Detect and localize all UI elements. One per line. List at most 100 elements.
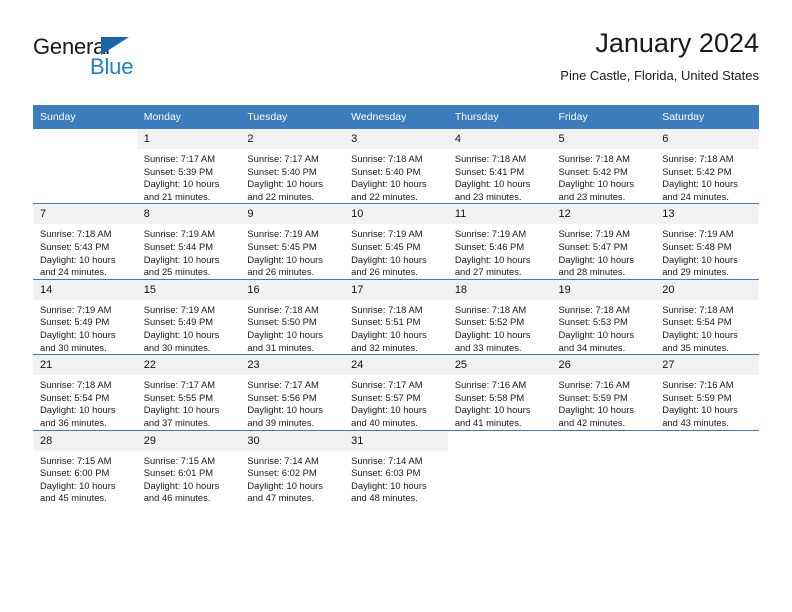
day-details: Sunrise: 7:19 AM Sunset: 5:47 PM Daylight:… [552, 224, 656, 278]
sunrise-text: Sunrise: 7:18 AM [40, 228, 112, 240]
daylight-text-line2: and 26 minutes. [351, 266, 418, 278]
day-details: Sunrise: 7:17 AM Sunset: 5:55 PM Daylight:… [137, 375, 241, 429]
sunset-text: Sunset: 5:39 PM [143, 165, 214, 177]
calendar-day-cell[interactable]: 24 Sunrise: 7:17 AM Sunset: 5:57 PM Dayligh… [344, 354, 448, 430]
calendar-day-cell[interactable]: 9 Sunrise: 7:19 AM Sunset: 5:45 PM Daylight… [240, 203, 345, 280]
daylight-text-line2: and 40 minutes. [351, 416, 418, 428]
day-number: 4 [447, 129, 552, 149]
day-details: Sunrise: 7:15 AM Sunset: 6:01 PM Daylight:… [137, 451, 241, 505]
calendar-week-row: 7 Sunrise: 7:18 AM Sunset: 5:43 PM Daylight… [33, 203, 759, 280]
calendar-day-cell[interactable]: 5 Sunrise: 7:18 AM Sunset: 5:42 PM Daylight… [551, 129, 656, 204]
calendar-day-cell[interactable]: 1 Sunrise: 7:17 AM Sunset: 5:39 PM Daylight… [136, 129, 241, 204]
daylight-text-line1: Daylight: 10 hours [143, 178, 220, 190]
calendar-day-cell[interactable]: 2 Sunrise: 7:17 AM Sunset: 5:40 PM Daylight… [240, 129, 345, 204]
daylight-text-line2: and 47 minutes. [247, 492, 315, 504]
sunrise-text: Sunrise: 7:16 AM [454, 379, 527, 391]
daylight-text-line1: Daylight: 10 hours [143, 479, 220, 491]
daylight-text-line1: Daylight: 10 hours [454, 404, 531, 416]
day-details [33, 149, 137, 153]
calendar-day-cell[interactable]: 15 Sunrise: 7:19 AM Sunset: 5:49 PM Dayligh… [136, 278, 241, 355]
daylight-text-line2: and 22 minutes. [351, 190, 418, 202]
calendar-day-cell[interactable]: 6 Sunrise: 7:18 AM Sunset: 5:42 PM Daylight… [655, 129, 759, 204]
calendar-day-cell-empty [447, 429, 552, 505]
sunset-text: Sunset: 6:02 PM [247, 467, 317, 479]
calendar-day-cell[interactable]: 20 Sunrise: 7:18 AM Sunset: 5:54 PM Dayligh… [655, 278, 759, 355]
sunrise-text: Sunrise: 7:18 AM [558, 153, 630, 164]
sunrise-text: Sunrise: 7:18 AM [662, 303, 734, 315]
calendar-day-cell[interactable]: 23 Sunrise: 7:17 AM Sunset: 5:56 PM Dayligh… [240, 354, 345, 430]
daylight-text-line1: Daylight: 10 hours [247, 178, 323, 190]
day-number: 14 [33, 279, 137, 300]
sunset-text: Sunset: 5:40 PM [351, 165, 421, 177]
daylight-text-line2: and 31 minutes. [247, 341, 315, 353]
daylight-text-line2: and 41 minutes. [454, 416, 522, 428]
day-number: 9 [240, 204, 345, 225]
sunrise-text: Sunrise: 7:17 AM [247, 153, 319, 164]
page-title: January 2024 [595, 28, 759, 58]
calendar-day-cell[interactable]: 8 Sunrise: 7:19 AM Sunset: 5:44 PM Daylight… [136, 203, 241, 280]
calendar-day-cell[interactable]: 12 Sunrise: 7:19 AM Sunset: 5:47 PM Dayligh… [551, 203, 656, 280]
day-details [552, 451, 656, 455]
daylight-text-line2: and 21 minutes. [143, 190, 211, 202]
sunset-text: Sunset: 5:41 PM [454, 165, 525, 177]
day-details: Sunrise: 7:19 AM Sunset: 5:49 PM Daylight:… [137, 300, 241, 354]
daylight-text-line1: Daylight: 10 hours [40, 253, 116, 265]
daylight-text-line2: and 32 minutes. [351, 341, 418, 353]
sunset-text: Sunset: 5:54 PM [40, 391, 110, 403]
day-details: Sunrise: 7:18 AM Sunset: 5:43 PM Daylight:… [33, 224, 137, 278]
daylight-text-line1: Daylight: 10 hours [143, 328, 220, 340]
calendar-day-cell[interactable]: 26 Sunrise: 7:16 AM Sunset: 5:59 PM Dayligh… [551, 354, 656, 430]
calendar-day-cell[interactable]: 7 Sunrise: 7:18 AM Sunset: 5:43 PM Daylight… [33, 203, 137, 280]
daylight-text-line2: and 24 minutes. [662, 190, 729, 202]
calendar-day-cell[interactable]: 31 Sunrise: 7:14 AM Sunset: 6:03 PM Dayligh… [344, 429, 448, 505]
sunset-text: Sunset: 5:44 PM [143, 240, 214, 252]
calendar-day-cell[interactable]: 22 Sunrise: 7:17 AM Sunset: 5:55 PM Dayligh… [136, 354, 241, 430]
sunrise-text: Sunrise: 7:19 AM [40, 303, 112, 315]
calendar-day-cell[interactable]: 13 Sunrise: 7:19 AM Sunset: 5:48 PM Dayligh… [655, 203, 759, 280]
sunset-text: Sunset: 5:42 PM [662, 165, 732, 177]
calendar-day-cell[interactable]: 28 Sunrise: 7:15 AM Sunset: 6:00 PM Dayligh… [33, 429, 137, 505]
daylight-text-line2: and 35 minutes. [662, 341, 729, 353]
calendar-day-cell[interactable]: 17 Sunrise: 7:18 AM Sunset: 5:51 PM Dayligh… [344, 278, 448, 355]
sunrise-text: Sunrise: 7:18 AM [351, 303, 423, 315]
page-header: General Blue January 2024 Pine Castle, F… [33, 26, 759, 98]
calendar-day-cell[interactable]: 3 Sunrise: 7:18 AM Sunset: 5:40 PM Daylight… [344, 129, 448, 204]
brand-logo[interactable]: General Blue [33, 34, 213, 86]
sunrise-text: Sunrise: 7:17 AM [143, 153, 216, 164]
daylight-text-line1: Daylight: 10 hours [351, 178, 427, 190]
day-number: 7 [33, 204, 137, 225]
day-number: 20 [655, 279, 759, 300]
sunset-text: Sunset: 5:50 PM [247, 316, 317, 328]
calendar-day-cell[interactable]: 29 Sunrise: 7:15 AM Sunset: 6:01 PM Dayligh… [136, 429, 241, 505]
day-details: Sunrise: 7:18 AM Sunset: 5:42 PM Daylight:… [552, 149, 656, 203]
calendar-day-cell[interactable]: 21 Sunrise: 7:18 AM Sunset: 5:54 PM Dayligh… [33, 354, 137, 430]
sunrise-text: Sunrise: 7:18 AM [351, 153, 423, 164]
day-details: Sunrise: 7:15 AM Sunset: 6:00 PM Daylight:… [33, 451, 137, 505]
daylight-text-line1: Daylight: 10 hours [454, 328, 531, 340]
calendar-day-cell[interactable]: 14 Sunrise: 7:19 AM Sunset: 5:49 PM Dayligh… [33, 278, 137, 355]
weekday-header-wednesday: Wednesday [344, 105, 448, 129]
day-details: Sunrise: 7:18 AM Sunset: 5:50 PM Daylight:… [240, 300, 344, 354]
day-details: Sunrise: 7:19 AM Sunset: 5:49 PM Daylight:… [33, 300, 137, 354]
calendar-day-cell[interactable]: 25 Sunrise: 7:16 AM Sunset: 5:58 PM Dayligh… [447, 354, 552, 430]
sunrise-text: Sunrise: 7:18 AM [454, 153, 527, 164]
calendar-day-cell[interactable]: 11 Sunrise: 7:19 AM Sunset: 5:46 PM Dayligh… [447, 203, 552, 280]
daylight-text-line2: and 33 minutes. [454, 341, 522, 353]
calendar-day-cell[interactable]: 18 Sunrise: 7:18 AM Sunset: 5:52 PM Dayligh… [447, 278, 552, 355]
sunrise-text: Sunrise: 7:19 AM [558, 228, 630, 240]
calendar-day-cell[interactable]: 16 Sunrise: 7:18 AM Sunset: 5:50 PM Dayligh… [240, 278, 345, 355]
calendar-day-cell[interactable]: 30 Sunrise: 7:14 AM Sunset: 6:02 PM Dayligh… [240, 429, 345, 505]
sunset-text: Sunset: 5:45 PM [247, 240, 317, 252]
day-details: Sunrise: 7:18 AM Sunset: 5:51 PM Daylight:… [344, 300, 448, 354]
day-details: Sunrise: 7:17 AM Sunset: 5:57 PM Daylight:… [344, 375, 448, 429]
calendar-day-cell[interactable]: 4 Sunrise: 7:18 AM Sunset: 5:41 PM Daylight… [447, 129, 552, 204]
calendar-day-cell[interactable]: 19 Sunrise: 7:18 AM Sunset: 5:53 PM Dayligh… [551, 278, 656, 355]
sunset-text: Sunset: 5:48 PM [662, 240, 732, 252]
calendar-day-cell[interactable]: 10 Sunrise: 7:19 AM Sunset: 5:45 PM Dayligh… [344, 203, 448, 280]
calendar-week-row: 1 Sunrise: 7:17 AM Sunset: 5:39 PM Daylight… [33, 129, 759, 204]
calendar-day-cell[interactable]: 27 Sunrise: 7:16 AM Sunset: 5:59 PM Dayligh… [655, 354, 759, 430]
weekday-header-tuesday: Tuesday [240, 105, 345, 129]
day-details: Sunrise: 7:18 AM Sunset: 5:41 PM Daylight:… [448, 149, 552, 203]
daylight-text-line2: and 30 minutes. [143, 341, 211, 353]
sunrise-text: Sunrise: 7:19 AM [351, 228, 423, 240]
